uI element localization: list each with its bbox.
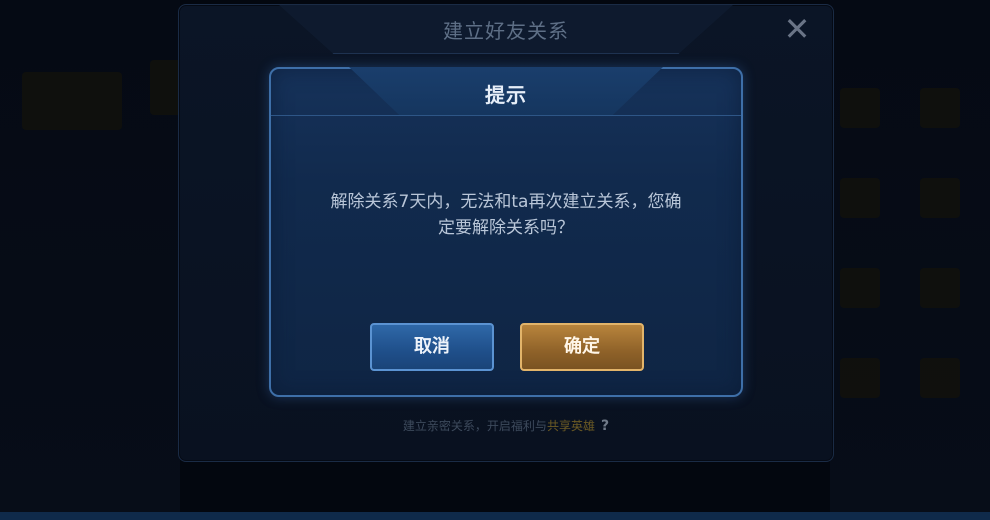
dialog-header-divider [271,115,741,116]
help-icon[interactable]: ? [601,418,609,434]
confirm-button[interactable]: 确定 [520,323,644,371]
background-tile [920,178,960,218]
dialog-message: 解除关系7天内，无法和ta再次建立关系，您确 定要解除关系吗？ [311,189,701,241]
dialog-message-line1: 解除关系7天内，无法和ta再次建立关系，您确 [330,192,682,212]
background-tile [920,88,960,128]
background-tile [22,72,122,130]
background-tile [840,268,880,308]
background-tile [840,88,880,128]
dialog-message-line2: 定要解除关系吗？ [438,218,574,238]
background-tile [840,178,880,218]
close-icon[interactable]: ✕ [779,11,815,47]
confirm-dialog: 提示 解除关系7天内，无法和ta再次建立关系，您确 定要解除关系吗？ 取消 确定 [269,67,743,397]
background-right-panel [830,0,990,520]
cancel-button[interactable]: 取消 [370,323,494,371]
background-tile [840,358,880,398]
window-footer: 建立亲密关系，开启福利与共享英雄? [179,417,833,434]
bottom-bar [0,512,990,520]
footer-text: 建立亲密关系，开启福利与 [402,419,547,433]
window-title: 建立好友关系 [443,19,569,43]
dialog-title: 提示 [485,83,527,107]
footer-highlight-link[interactable]: 共享英雄 [547,419,595,433]
background-tile [920,268,960,308]
background-tile [920,358,960,398]
